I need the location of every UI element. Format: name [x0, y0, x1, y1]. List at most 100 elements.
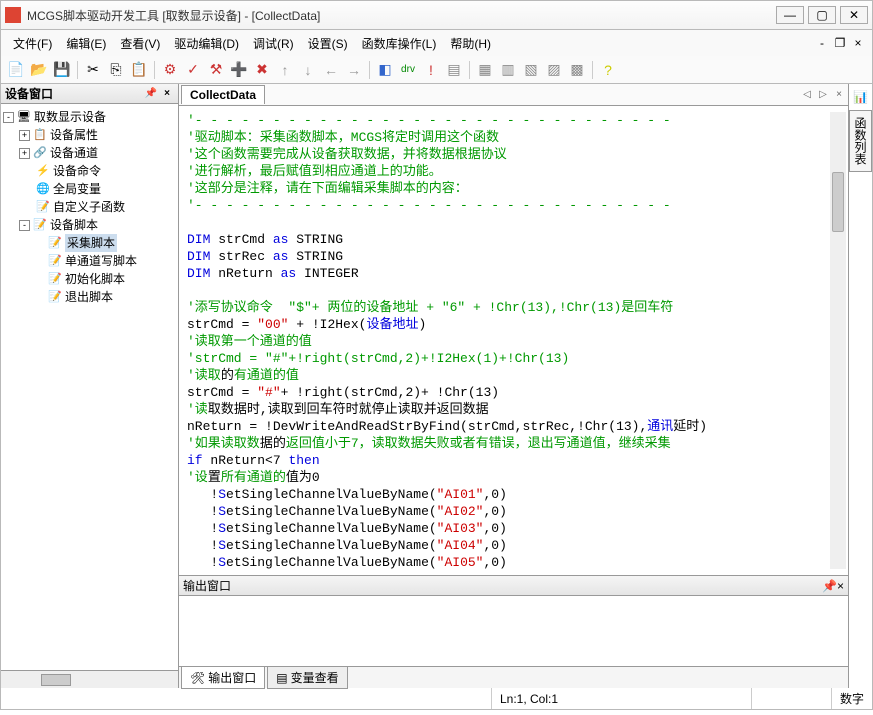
tb-error[interactable]: ! [420, 59, 442, 81]
maximize-button[interactable]: ▢ [808, 6, 836, 24]
status-bar: Ln:1, Col:1 数字 [0, 688, 873, 710]
menu-settings[interactable]: 设置(S) [302, 32, 354, 55]
device-panel-title: 设备窗口 [5, 85, 53, 102]
tree-collect-script[interactable]: 采集脚本 [65, 234, 117, 252]
tb-drv[interactable]: drv [397, 59, 419, 81]
list-icon: ▤ [276, 671, 287, 685]
tab-close-icon[interactable]: × [832, 88, 846, 102]
menu-file[interactable]: 文件(F) [7, 32, 58, 55]
tree-root[interactable]: 取数显示设备 [34, 108, 106, 126]
mdi-minimize[interactable]: - [814, 36, 830, 50]
tb-bookmark[interactable]: ◧ [374, 59, 396, 81]
scrollbar-thumb[interactable] [832, 172, 844, 232]
pin-icon[interactable]: 📌 [822, 579, 837, 593]
output-title: 输出窗口 [183, 577, 231, 594]
toolbar: 📄 📂 💾 ✂ ⎘ 📋 ⚙ ✓ ⚒ ➕ ✖ ↑ ↓ ← → ◧ drv ! ▤ … [0, 56, 873, 84]
tab-prev-icon[interactable]: ◁ [800, 88, 814, 102]
title-bar: MCGS脚本驱动开发工具 [取数显示设备] - [CollectData] — … [0, 0, 873, 30]
tb-g1[interactable]: ▦ [474, 59, 496, 81]
tab-output[interactable]: 🛠输出窗口 [181, 666, 265, 689]
tab-variables[interactable]: ▤变量查看 [267, 666, 347, 689]
global-icon: 🌐 [35, 182, 51, 196]
tree-customfn[interactable]: 自定义子函数 [53, 198, 125, 216]
menu-funclib[interactable]: 函数库操作(L) [356, 32, 443, 55]
cmd-icon: ⚡ [35, 164, 51, 178]
tb-help[interactable]: ? [597, 59, 619, 81]
tb-check[interactable]: ✓ [182, 59, 204, 81]
close-button[interactable]: ✕ [840, 6, 868, 24]
tb-g5[interactable]: ▩ [566, 59, 588, 81]
menu-bar: 文件(F) 编辑(E) 查看(V) 驱动编辑(D) 调试(R) 设置(S) 函数… [0, 30, 873, 56]
tb-up[interactable]: ↑ [274, 59, 296, 81]
device-icon: 🖥 [16, 110, 32, 124]
tree-props[interactable]: 设备属性 [50, 126, 98, 144]
menu-edit[interactable]: 编辑(E) [60, 32, 112, 55]
input-mode: 数字 [840, 690, 864, 707]
tb-build[interactable]: ⚒ [205, 59, 227, 81]
tb-g3[interactable]: ▧ [520, 59, 542, 81]
cursor-position: Ln:1, Col:1 [500, 692, 558, 706]
prop-icon: 📋 [32, 128, 48, 142]
tab-function-list[interactable]: 函数列表 [849, 110, 872, 172]
tree-init-script[interactable]: 初始化脚本 [65, 270, 125, 288]
tb-g4[interactable]: ▨ [543, 59, 565, 81]
script-icon: 📝 [47, 272, 63, 286]
funclist-icon[interactable]: 📊 [852, 88, 870, 106]
tb-cut[interactable]: ✂ [82, 59, 104, 81]
tab-collectdata[interactable]: CollectData [181, 85, 265, 104]
tb-paste[interactable]: 📋 [128, 59, 150, 81]
app-icon [5, 7, 21, 23]
scrollbar-thumb[interactable] [41, 674, 71, 686]
window-title: MCGS脚本驱动开发工具 [取数显示设备] - [CollectData] [27, 7, 772, 24]
left-scrollbar[interactable] [1, 670, 178, 688]
tree-toggle[interactable]: + [19, 148, 30, 159]
editor-tabs: CollectData ◁ ▷ × [179, 84, 848, 106]
tb-g2[interactable]: ▥ [497, 59, 519, 81]
pin-icon[interactable]: 📌 [144, 87, 158, 101]
tree-global[interactable]: 全局变量 [53, 180, 101, 198]
menu-debug[interactable]: 调试(R) [247, 32, 300, 55]
tb-doc[interactable]: ▤ [443, 59, 465, 81]
menu-view[interactable]: 查看(V) [114, 32, 166, 55]
script-icon: 📝 [47, 290, 63, 304]
tb-add[interactable]: ➕ [228, 59, 250, 81]
tree-toggle[interactable]: - [19, 220, 30, 231]
bottom-tabs: 🛠输出窗口 ▤变量查看 [179, 666, 848, 688]
output-panel[interactable] [179, 596, 848, 666]
tree-channel[interactable]: 设备通道 [50, 144, 98, 162]
tb-copy[interactable]: ⎘ [105, 59, 127, 81]
tree-toggle[interactable]: + [19, 130, 30, 141]
device-panel-header: 设备窗口 📌 × [1, 84, 178, 104]
tree-toggle[interactable]: - [3, 112, 14, 123]
tb-down[interactable]: ↓ [297, 59, 319, 81]
tree-scripts[interactable]: 设备脚本 [50, 216, 98, 234]
script-icon: 📝 [47, 254, 63, 268]
tree-write-script[interactable]: 单通道写脚本 [65, 252, 137, 270]
tree-cmd[interactable]: 设备命令 [53, 162, 101, 180]
tb-new[interactable]: 📄 [5, 59, 27, 81]
right-sidebar: 📊 函数列表 [848, 84, 872, 688]
mdi-restore[interactable]: ❐ [832, 36, 848, 50]
mdi-close[interactable]: × [850, 36, 866, 50]
panel-close-icon[interactable]: × [160, 87, 174, 101]
device-tree[interactable]: -🖥取数显示设备 +📋设备属性 +🔗设备通道 ⚡设备命令 🌐全局变量 📝自定义子… [1, 104, 178, 670]
tb-save[interactable]: 💾 [51, 59, 73, 81]
tree-quit-script[interactable]: 退出脚本 [65, 288, 113, 306]
editor-scrollbar[interactable] [830, 112, 846, 569]
menu-help[interactable]: 帮助(H) [444, 32, 497, 55]
tab-next-icon[interactable]: ▷ [816, 88, 830, 102]
tb-open[interactable]: 📂 [28, 59, 50, 81]
tb-remove[interactable]: ✖ [251, 59, 273, 81]
tb-right[interactable]: → [343, 59, 365, 81]
code-editor[interactable]: '- - - - - - - - - - - - - - - - - - - -… [179, 106, 848, 576]
minimize-button[interactable]: — [776, 6, 804, 24]
func-icon: 📝 [35, 200, 51, 214]
script-icon: 📝 [47, 236, 63, 250]
channel-icon: 🔗 [32, 146, 48, 160]
tb-left[interactable]: ← [320, 59, 342, 81]
tb-compile[interactable]: ⚙ [159, 59, 181, 81]
menu-driver[interactable]: 驱动编辑(D) [168, 32, 245, 55]
panel-close-icon[interactable]: × [837, 579, 844, 593]
device-panel: 设备窗口 📌 × -🖥取数显示设备 +📋设备属性 +🔗设备通道 ⚡设备命令 🌐全… [1, 84, 179, 688]
tools-icon: 🛠 [190, 671, 205, 685]
